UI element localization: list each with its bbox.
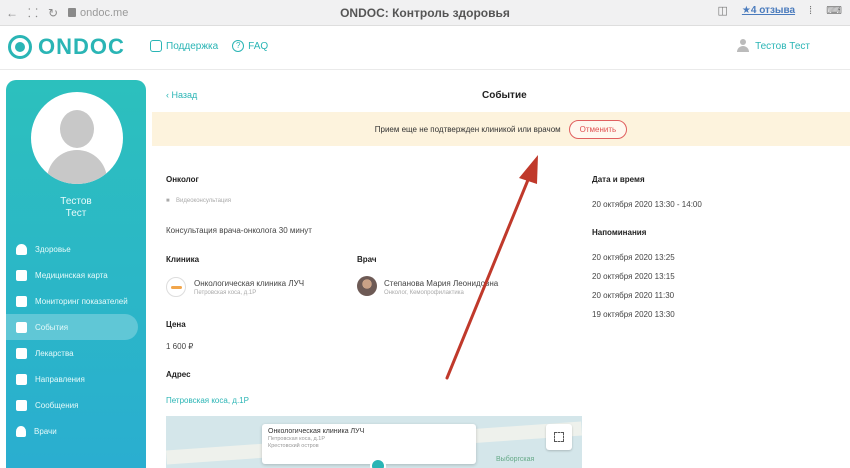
- ondoc-logo[interactable]: ONDOC: [8, 34, 125, 60]
- chat-icon[interactable]: ⌨: [826, 4, 842, 17]
- datetime-heading: Дата и время: [592, 175, 645, 184]
- back-arrow-icon[interactable]: ←: [6, 6, 18, 20]
- avatar[interactable]: [31, 92, 123, 184]
- sidebar-item-messages[interactable]: Сообщения: [6, 392, 146, 418]
- extension-icon[interactable]: ◫: [717, 4, 727, 17]
- reviews-link[interactable]: ★4 отзыва: [742, 5, 795, 16]
- sidebar-item-label: Направления: [35, 374, 85, 384]
- doctor-avatar: [357, 276, 377, 296]
- back-link[interactable]: ‹ Назад: [166, 90, 197, 100]
- messages-icon: [16, 399, 27, 411]
- sidebar-item-label: Врачи: [34, 426, 57, 436]
- doctor-name[interactable]: Степанова Мария Леонидовна: [384, 279, 498, 288]
- event-details: ‹ Назад Событие Прием еще не подтвержден…: [152, 80, 850, 468]
- monitoring-icon: [16, 295, 27, 307]
- user-icon: [737, 39, 750, 53]
- sidebar-item-label: Сообщения: [35, 400, 79, 410]
- sidebar-item-monitoring[interactable]: Мониторинг показателей: [6, 288, 146, 314]
- browser-toolbar: ← ⸬ ↻ ondoc.me ONDOC: Контроль здоровья …: [0, 0, 850, 26]
- question-icon: ?: [232, 40, 245, 52]
- map-pin-icon[interactable]: [370, 458, 386, 468]
- sidebar-item-label: События: [35, 322, 69, 332]
- sidebar-item-events[interactable]: События: [6, 314, 138, 340]
- clinic-logo: [166, 277, 186, 297]
- medicine-icon: [16, 347, 27, 359]
- clinic-address: Петровская коса, д.1Р: [194, 290, 257, 296]
- banner-text: Прием еще не подтвержден клиникой или вр…: [374, 124, 561, 134]
- browser-extensions: ◫ ★4 отзыва ⁞ ⌨: [717, 4, 842, 18]
- faq-link[interactable]: ? FAQ: [232, 40, 268, 52]
- datetime-value: 20 октября 2020 13:30 - 14:00: [592, 200, 702, 209]
- fullscreen-icon[interactable]: [546, 424, 572, 450]
- service-name: Консультация врача-онколога 30 минут: [166, 226, 312, 235]
- menu-icon[interactable]: ⁞: [809, 5, 812, 17]
- price-heading: Цена: [166, 320, 186, 329]
- sidebar-item-health[interactable]: Здоровье: [6, 236, 146, 262]
- medical-card-icon: [16, 269, 27, 281]
- reminder-item: 20 октября 2020 11:30: [592, 291, 675, 300]
- map-popup: Онкологическая клиника ЛУЧ Петровская ко…: [262, 424, 476, 464]
- video-icon: ■: [166, 198, 170, 204]
- support-link[interactable]: Поддержка: [150, 40, 218, 52]
- unconfirmed-banner: Прием еще не подтвержден клиникой или вр…: [152, 112, 850, 146]
- avatar-head: [60, 110, 94, 148]
- reminders-heading: Напоминания: [592, 228, 647, 237]
- reload-icon[interactable]: ↻: [48, 6, 58, 20]
- referrals-icon: [16, 373, 27, 385]
- logo-text: ONDOC: [38, 34, 125, 59]
- forward-arrow-icon[interactable]: ⸬: [28, 4, 38, 21]
- doctors-icon: [16, 425, 26, 437]
- clinic-name[interactable]: Онкологическая клиника ЛУЧ: [194, 279, 304, 288]
- sidebar-user-last: Тест: [65, 208, 87, 219]
- sidebar-item-label: Лекарства: [35, 348, 74, 358]
- price-value: 1 600 ₽: [166, 342, 194, 351]
- reminder-item: 19 октября 2020 13:30: [592, 310, 675, 319]
- sidebar-menu: Здоровье Медицинская карта Мониторинг по…: [6, 236, 146, 444]
- chat-bubble-icon: [150, 40, 162, 52]
- address-bar-url: ondoc.me: [80, 6, 129, 19]
- header-links: Поддержка ? FAQ: [150, 40, 268, 52]
- consult-type: Видеоконсультация: [176, 198, 231, 204]
- map-popup-title: Онкологическая клиника ЛУЧ: [268, 428, 365, 435]
- user-menu[interactable]: Тестов Тест: [737, 39, 810, 53]
- sidebar-item-medical-card[interactable]: Медицинская карта: [6, 262, 146, 288]
- address-bar[interactable]: ondoc.me: [68, 7, 128, 19]
- cancel-button[interactable]: Отменить: [568, 119, 628, 139]
- sidebar-item-referrals[interactable]: Направления: [6, 366, 146, 392]
- support-label: Поддержка: [166, 40, 219, 52]
- reminder-item: 20 октября 2020 13:15: [592, 272, 675, 281]
- reminder-item: 20 октября 2020 13:25: [592, 253, 675, 262]
- sidebar-item-label: Мониторинг показателей: [35, 296, 128, 306]
- sidebar-item-doctors[interactable]: Врачи: [6, 418, 146, 444]
- heart-icon: [16, 243, 27, 255]
- address-heading: Адрес: [166, 370, 191, 379]
- map-overlay-label: Выборгская: [496, 456, 535, 463]
- sidebar-item-label: Медицинская карта: [35, 270, 108, 280]
- logo-icon: [8, 35, 32, 59]
- browser-nav: ← ⸬ ↻ ondoc.me: [6, 4, 128, 21]
- map-popup-area: Крестовский остров: [268, 443, 319, 449]
- address-link[interactable]: Петровская коса, д.1Р: [166, 396, 249, 405]
- events-icon: [16, 321, 27, 333]
- avatar-body: [47, 150, 107, 184]
- sidebar: Тестов Тест Здоровье Медицинская карта М…: [6, 80, 146, 468]
- clinic-map[interactable]: Онкологическая клиника ЛУЧ Петровская ко…: [166, 416, 582, 468]
- sidebar-user-name: Тестов Тест: [6, 196, 146, 220]
- sidebar-item-label: Здоровье: [35, 244, 71, 254]
- user-name: Тестов Тест: [755, 40, 810, 52]
- map-popup-address: Петровская коса, д.1Р: [268, 436, 326, 442]
- doctor-role: Онколог, Кемопрофилактика: [384, 290, 464, 296]
- specialty-heading: Онколог: [166, 175, 199, 184]
- page-title: Событие: [482, 90, 527, 101]
- faq-label: FAQ: [248, 40, 269, 52]
- lock-icon: [68, 8, 77, 17]
- doctor-heading: Врач: [357, 255, 377, 264]
- app-header: ONDOC Поддержка ? FAQ Тестов Тест: [0, 26, 850, 70]
- sidebar-user-first: Тестов: [60, 196, 92, 207]
- clinic-heading: Клиника: [166, 255, 200, 264]
- sidebar-item-medicine[interactable]: Лекарства: [6, 340, 146, 366]
